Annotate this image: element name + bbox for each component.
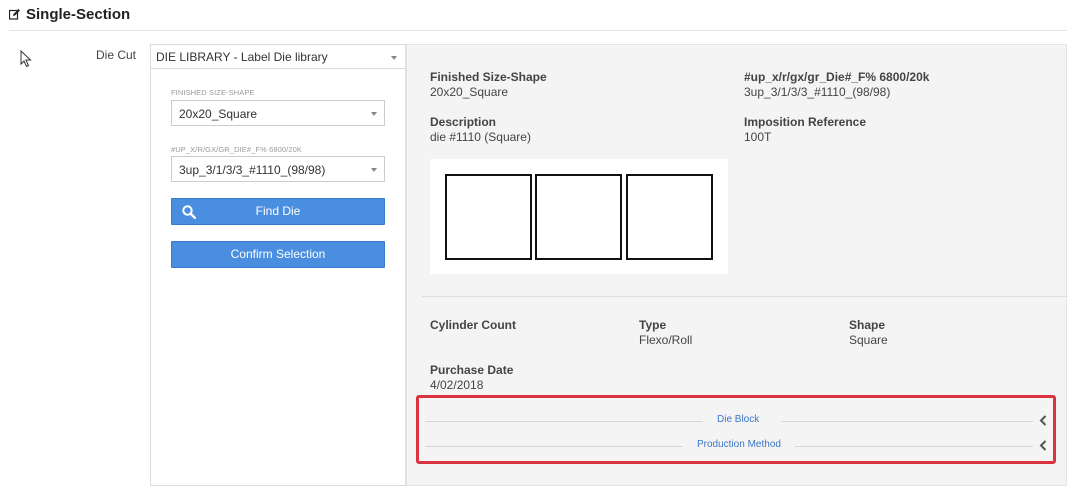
find-die-button-label: Find Die: [255, 204, 301, 218]
accordion-die-block-label: Die Block: [717, 414, 760, 425]
caret-down-icon: [391, 56, 397, 60]
chevron-left-icon[interactable]: [1039, 440, 1047, 451]
accordion-rule: [425, 446, 683, 447]
chevron-left-icon[interactable]: [1039, 415, 1047, 426]
accordion-rule: [425, 421, 703, 422]
finished-size-select-value: 20x20_Square: [179, 107, 258, 121]
find-die-button[interactable]: Find Die: [171, 198, 385, 225]
search-icon: [182, 205, 196, 219]
description-value: die #1110 (Square): [430, 130, 531, 144]
accordion-production-method[interactable]: Production Method: [425, 438, 1047, 454]
up-detail-value: 3up_3/1/3/3_#1110_(98/98): [744, 85, 891, 99]
up-field-select-value: 3up_3/1/3/3_#1110_(98/98): [179, 163, 326, 177]
details-divider: [422, 296, 1068, 297]
die-library-select[interactable]: DIE LIBRARY - Label Die library: [151, 45, 405, 69]
accordion-highlight-box: Die Block Production Method: [416, 395, 1056, 464]
finished-size-label: FINISHED SIZE-SHAPE: [171, 88, 255, 97]
header-divider: [9, 30, 1067, 31]
accordion-die-block[interactable]: Die Block: [425, 413, 1047, 429]
up-field-select[interactable]: 3up_3/1/3/3_#1110_(98/98): [171, 156, 385, 182]
accordion-production-method-label: Production Method: [697, 439, 781, 450]
die-cut-label: Die Cut: [96, 48, 137, 62]
die-selection-panel: DIE LIBRARY - Label Die library FINISHED…: [150, 44, 406, 486]
die-cavity: [626, 174, 713, 260]
description-label: Description: [430, 115, 497, 129]
caret-down-icon: [371, 168, 377, 172]
finished-size-detail-label: Finished Size-Shape: [430, 70, 547, 84]
confirm-selection-button[interactable]: Confirm Selection: [171, 241, 385, 268]
accordion-rule: [795, 446, 1033, 447]
imposition-label: Imposition Reference: [744, 115, 867, 129]
caret-down-icon: [371, 112, 377, 116]
shape-value: Square: [849, 333, 888, 347]
section-header: Single-Section: [9, 6, 130, 23]
finished-size-detail-value: 20x20_Square: [430, 85, 509, 99]
edit-icon: [9, 9, 20, 20]
imposition-value: 100T: [744, 130, 772, 144]
die-layout-preview: [430, 159, 728, 274]
up-detail-label: #up_x/r/gx/gr_Die#_F% 6800/20k: [744, 70, 930, 84]
die-library-select-value: DIE LIBRARY - Label Die library: [156, 50, 328, 64]
shape-label: Shape: [849, 318, 886, 332]
purchase-date-value: 4/02/2018: [430, 378, 484, 392]
purchase-date-label: Purchase Date: [430, 363, 514, 377]
die-cavity: [535, 174, 622, 260]
confirm-selection-button-label: Confirm Selection: [230, 247, 326, 261]
die-details-panel: Finished Size-Shape 20x20_Square #up_x/r…: [406, 44, 1068, 486]
mouse-cursor-icon: [20, 50, 32, 68]
up-field-label: #UP_X/R/GX/GR_DIE#_F% 6800/20K: [171, 145, 302, 154]
accordion-rule: [781, 421, 1033, 422]
type-label: Type: [639, 318, 667, 332]
die-cavity: [445, 174, 532, 260]
finished-size-select[interactable]: 20x20_Square: [171, 100, 385, 126]
section-title: Single-Section: [26, 6, 131, 23]
type-value: Flexo/Roll: [639, 333, 693, 347]
cylinder-count-label: Cylinder Count: [430, 318, 516, 332]
